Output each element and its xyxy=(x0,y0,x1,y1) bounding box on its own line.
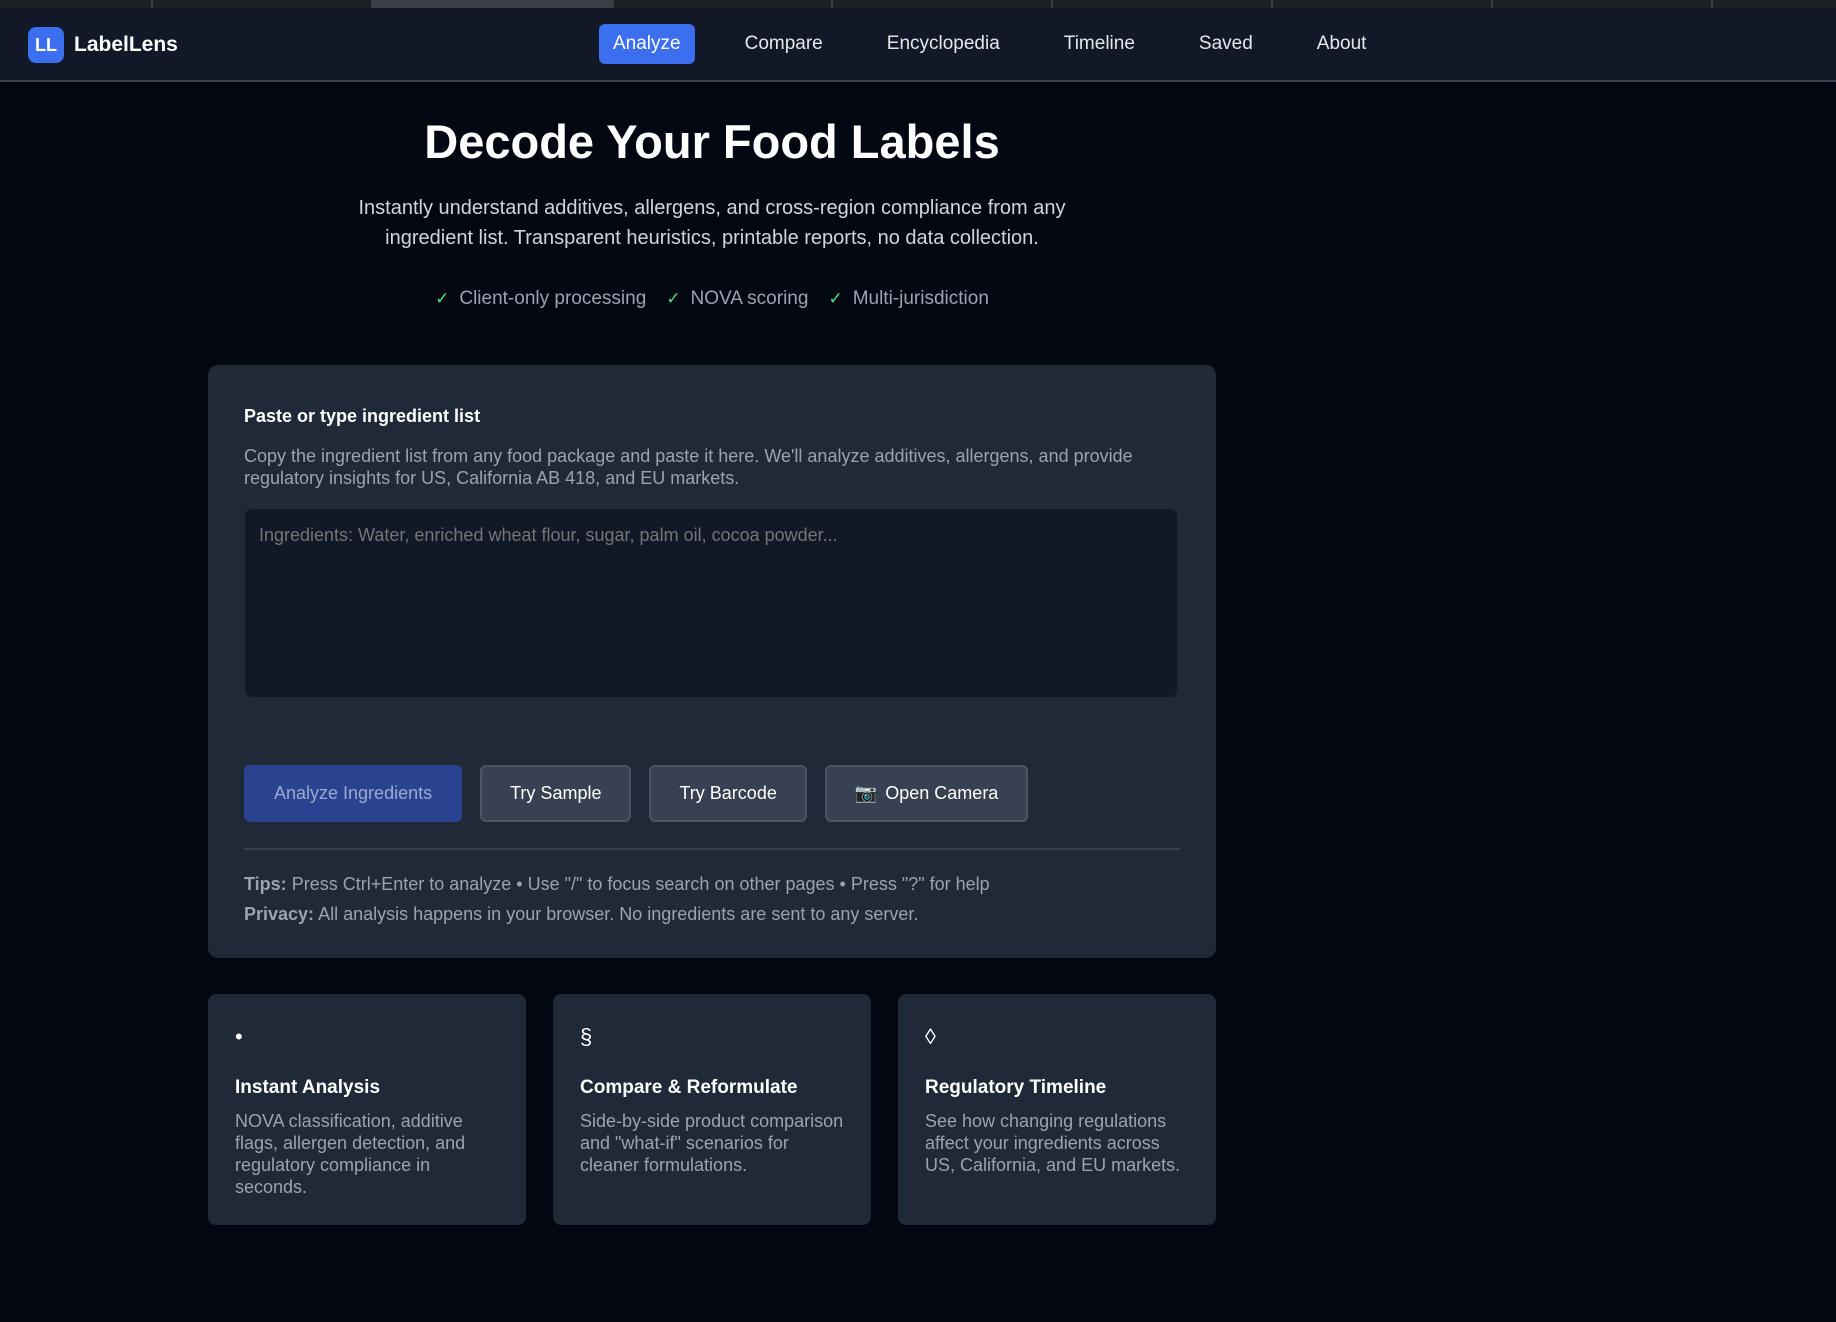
feature-desc: See how changing regulations affect your… xyxy=(925,1111,1181,1175)
feature-checks: ✓ Client-only processing ✓ NOVA scoring … xyxy=(0,288,1424,310)
nav-about[interactable]: About xyxy=(1303,24,1381,64)
nav-timeline[interactable]: Timeline xyxy=(1050,24,1149,64)
privacy-text: All analysis happens in your browser. No… xyxy=(318,904,919,924)
page-title: Decode Your Food Labels xyxy=(424,115,1000,168)
feature-title: Compare & Reformulate xyxy=(580,1077,798,1098)
diamond-icon: ◊ xyxy=(925,1024,936,1049)
try-sample-button[interactable]: Try Sample xyxy=(480,765,632,822)
brand[interactable]: LL LabelLens xyxy=(28,27,178,63)
brand-logo: LL xyxy=(28,27,64,63)
feature-card-compare: § Compare & Reformulate Side-by-side pro… xyxy=(553,994,871,1225)
camera-icon: 📷 xyxy=(854,783,878,803)
bullet-icon: • xyxy=(235,1024,243,1049)
feature-desc: NOVA classification, additive flags, all… xyxy=(235,1111,466,1197)
tips-line: Tips: Press Ctrl+Enter to analyze • Use … xyxy=(244,869,990,899)
tips-label: Tips: xyxy=(244,874,287,894)
feature-title: Instant Analysis xyxy=(235,1077,381,1098)
tips-text: Press Ctrl+Enter to analyze • Use "/" to… xyxy=(291,874,990,894)
page-subtitle: Instantly understand additives, allergen… xyxy=(358,197,1066,249)
browser-tab-active[interactable] xyxy=(373,0,614,8)
check-label: Multi-jurisdiction xyxy=(852,288,989,309)
browser-tab[interactable] xyxy=(1273,0,1493,8)
check-icon: ✓ xyxy=(666,289,681,308)
try-barcode-button[interactable]: Try Barcode xyxy=(649,765,807,822)
section-sign-icon: § xyxy=(580,1024,593,1049)
browser-tab-strip xyxy=(0,0,1836,8)
check-label: Client-only processing xyxy=(459,288,647,309)
check-item: ✓ NOVA scoring xyxy=(666,288,808,310)
browser-tab[interactable] xyxy=(1053,0,1273,8)
ingredient-textarea[interactable] xyxy=(244,508,1178,698)
divider xyxy=(244,848,1180,850)
action-buttons: Analyze Ingredients Try Sample Try Barco… xyxy=(244,765,1046,822)
check-label: NOVA scoring xyxy=(690,288,809,309)
nav-encyclopedia[interactable]: Encyclopedia xyxy=(873,24,1014,64)
browser-tab[interactable] xyxy=(1493,0,1713,8)
browser-tab[interactable] xyxy=(153,0,373,8)
feature-card-regulatory-timeline: ◊ Regulatory Timeline See how changing r… xyxy=(898,994,1216,1225)
brand-name: LabelLens xyxy=(74,33,178,56)
browser-tab[interactable] xyxy=(0,0,153,8)
open-camera-label: Open Camera xyxy=(885,783,999,803)
check-icon: ✓ xyxy=(828,289,843,308)
ingredient-input-card: Paste or type ingredient list Copy the i… xyxy=(208,365,1216,958)
feature-card-instant-analysis: • Instant Analysis NOVA classification, … xyxy=(208,994,526,1225)
analyze-ingredients-button[interactable]: Analyze Ingredients xyxy=(244,765,463,822)
check-icon: ✓ xyxy=(435,289,450,308)
feature-title: Regulatory Timeline xyxy=(925,1077,1107,1098)
browser-tab[interactable] xyxy=(614,0,833,8)
ingredient-input-help: Copy the ingredient list from any food p… xyxy=(244,446,1133,488)
nav-saved[interactable]: Saved xyxy=(1185,24,1267,64)
tips-section: Tips: Press Ctrl+Enter to analyze • Use … xyxy=(244,869,990,929)
nav-analyze[interactable]: Analyze xyxy=(599,24,695,64)
top-navigation: LL LabelLens Analyze Compare Encyclopedi… xyxy=(0,8,1836,82)
check-item: ✓ Client-only processing xyxy=(435,288,646,310)
browser-tab[interactable] xyxy=(833,0,1053,8)
main-nav: Analyze Compare Encyclopedia Timeline Sa… xyxy=(599,24,1416,64)
privacy-line: Privacy: All analysis happens in your br… xyxy=(244,899,990,929)
open-camera-button[interactable]: 📷 Open Camera xyxy=(824,765,1029,822)
feature-desc: Side-by-side product comparison and "wha… xyxy=(580,1111,844,1175)
privacy-label: Privacy: xyxy=(244,904,315,924)
nav-compare[interactable]: Compare xyxy=(731,24,837,64)
check-item: ✓ Multi-jurisdiction xyxy=(828,288,988,310)
ingredient-input-label: Paste or type ingredient list xyxy=(244,406,481,426)
